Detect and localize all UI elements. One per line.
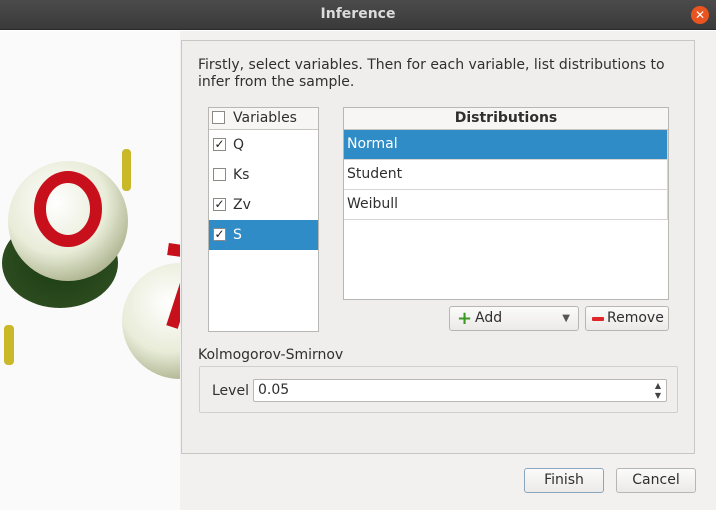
variables-header[interactable]: Variables (209, 108, 318, 130)
variable-checkbox[interactable] (213, 168, 226, 181)
distributions-table[interactable]: Distributions Normal Student Weibull (343, 107, 669, 300)
close-icon[interactable]: ✕ (691, 6, 709, 24)
table-row[interactable]: Weibull (344, 190, 668, 220)
variable-label: Zv (233, 197, 251, 213)
spin-up-icon[interactable]: ▲ (652, 381, 664, 391)
level-value[interactable]: 0.05 (258, 382, 289, 398)
add-button[interactable]: + Add ▼ (449, 306, 579, 331)
list-item-variable[interactable]: ✓ Q (209, 130, 318, 160)
cancel-button[interactable]: Cancel (616, 468, 696, 493)
distributions-header: Distributions (344, 108, 668, 130)
logo-graphic (2, 149, 180, 379)
ks-group: Level 0.05 ▲ ▼ (199, 366, 678, 413)
list-item-variable[interactable]: Ks (209, 160, 318, 190)
window-titlebar: Inference ✕ (0, 0, 716, 30)
minus-icon (592, 317, 604, 321)
level-spinbox[interactable]: 0.05 ▲ ▼ (253, 379, 667, 402)
select-all-checkbox[interactable] (212, 111, 225, 124)
variable-checkbox[interactable]: ✓ (213, 138, 226, 151)
ks-group-label: Kolmogorov-Smirnov (198, 347, 344, 363)
chevron-down-icon[interactable]: ▼ (562, 307, 570, 330)
wizard-page: Firstly, select variables. Then for each… (181, 40, 695, 454)
wizard-side-image (0, 31, 180, 510)
list-item-variable-selected[interactable]: ✓ S (209, 220, 318, 250)
variables-header-label: Variables (233, 110, 297, 126)
table-row[interactable]: Student (344, 160, 668, 190)
variable-label: S (233, 227, 242, 243)
variable-checkbox[interactable]: ✓ (213, 228, 226, 241)
table-row-selected[interactable]: Normal (344, 130, 668, 160)
variable-checkbox[interactable]: ✓ (213, 198, 226, 211)
add-button-label: Add (475, 310, 503, 326)
variables-list[interactable]: Variables ✓ Q Ks ✓ Zv ✓ S (208, 107, 319, 332)
window-title: Inference (320, 6, 396, 22)
finish-button[interactable]: Finish (524, 468, 604, 493)
variable-label: Ks (233, 167, 250, 183)
variable-label: Q (233, 137, 245, 153)
spin-down-icon[interactable]: ▼ (652, 391, 664, 401)
list-item-variable[interactable]: ✓ Zv (209, 190, 318, 220)
intro-text: Firstly, select variables. Then for each… (198, 57, 665, 90)
plus-icon: + (457, 308, 473, 329)
level-label: Level (212, 383, 249, 399)
remove-button[interactable]: Remove (585, 306, 669, 331)
remove-button-label: Remove (607, 310, 664, 326)
